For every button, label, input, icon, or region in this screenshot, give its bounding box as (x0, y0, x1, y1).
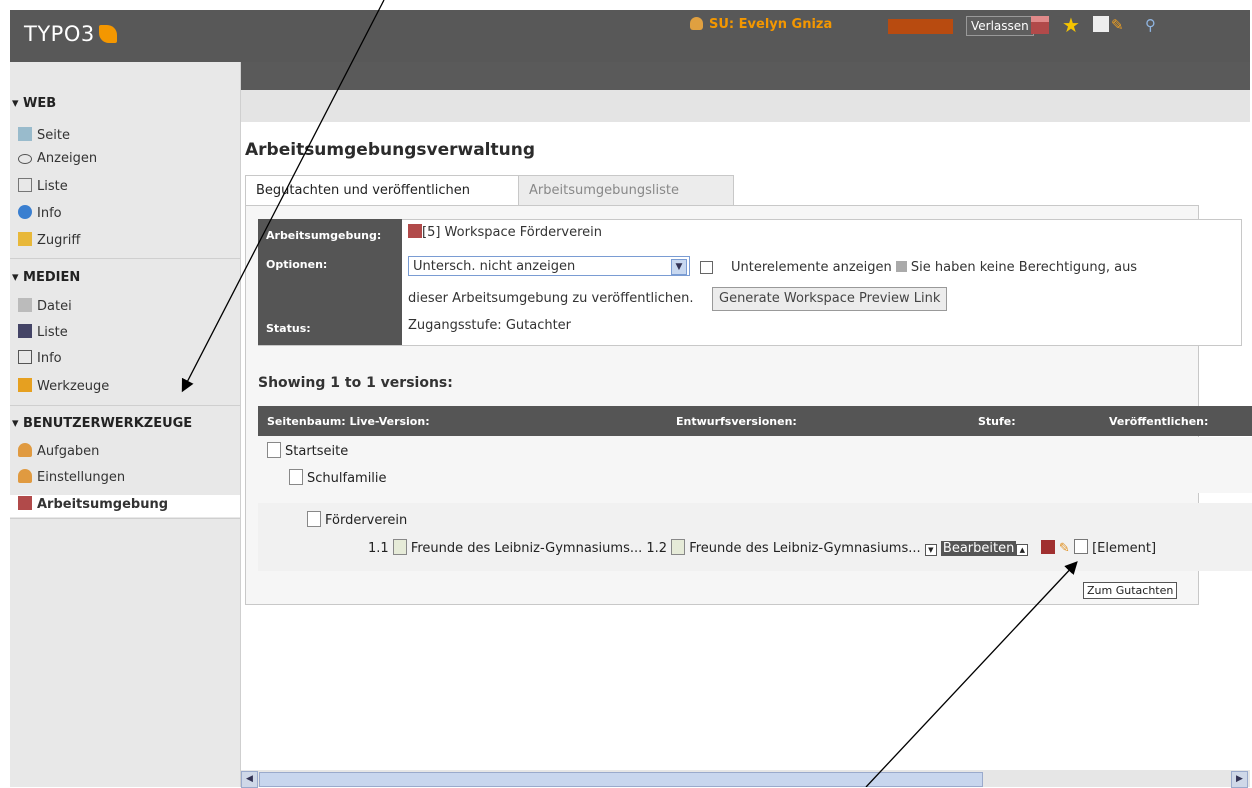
typo3-flame-icon (98, 25, 117, 43)
draft-version-title[interactable]: Freunde des Leibniz-Gymnasiums... (689, 541, 920, 556)
eye-icon (18, 154, 32, 164)
preview-link-button[interactable]: Generate Workspace Preview Link (712, 287, 948, 311)
col-publish: Veröffentlichen: (1109, 415, 1209, 428)
versions-count: Showing 1 to 1 versions: (258, 375, 453, 391)
draft-version-number: 1.2 (646, 541, 668, 556)
page-edit-icon (18, 127, 32, 141)
tree-foerderverein[interactable]: Förderverein (307, 511, 407, 528)
clipboard-icon[interactable] (1093, 16, 1109, 32)
history-icon[interactable] (1073, 539, 1088, 554)
stage-label: Bearbeiten (940, 541, 1017, 556)
nav-medien-info[interactable]: Info (18, 349, 62, 369)
nav-seite[interactable]: Seite (18, 126, 70, 146)
nav-aufgaben[interactable]: Aufgaben (18, 442, 99, 462)
page-icon (307, 511, 321, 527)
status-label: Status: (266, 322, 311, 335)
table-icon (18, 324, 32, 338)
tree-startseite[interactable]: Startseite (267, 442, 348, 459)
module-menu: ▾ WEB Seite Anzeigen Liste Info Zugriff … (10, 62, 241, 787)
col-stage: Stufe: (978, 415, 1016, 428)
columns-icon (18, 350, 32, 364)
edit-icon[interactable]: ✎ (1111, 16, 1129, 34)
docheader (241, 62, 1250, 90)
divider (10, 405, 240, 406)
nav-info[interactable]: Info (18, 204, 62, 224)
nav-arbeitsumgebung[interactable]: Arbeitsumgebung (18, 495, 168, 515)
content-element-icon (392, 539, 407, 555)
workspace-icon (408, 224, 422, 238)
nav-datei[interactable]: Datei (18, 297, 72, 317)
nav-werkzeuge[interactable]: Werkzeuge (18, 377, 109, 397)
live-version-title[interactable]: Freunde des Leibniz-Gymnasiums... (411, 541, 642, 556)
tree-schulfamilie[interactable]: Schulfamilie (289, 469, 387, 486)
scroll-left-icon[interactable]: ◀ (241, 771, 258, 788)
page-title: Arbeitsumgebungsverwaltung (245, 140, 535, 160)
element-type: [Element] (1092, 541, 1157, 556)
col-live-version: Seitenbaum: Live-Version: (267, 415, 430, 428)
nav-einstellungen[interactable]: Einstellungen (18, 468, 125, 488)
status-value: Zugangsstufe: Gutachter (408, 318, 572, 333)
section-medien[interactable]: ▾ MEDIEN (10, 270, 242, 285)
nav-anzeigen[interactable]: Anzeigen (18, 149, 97, 169)
info-labels-column: Arbeitsumgebung: Optionen: Status: (258, 219, 402, 345)
redacted-name (888, 19, 953, 34)
horizontal-scrollbar[interactable]: ◀ ▶ (241, 770, 1250, 788)
lock-icon (18, 232, 32, 246)
user-settings-icon (18, 469, 32, 483)
user-tasks-icon (18, 443, 32, 457)
star-icon[interactable]: ★ (1062, 15, 1080, 35)
tooltip: Zum Gutachten (1083, 582, 1178, 599)
show-subelements-label: Unterelemente anzeigen Sie haben keine B… (731, 260, 1138, 275)
section-benutzerwerkzeuge[interactable]: ▾ BENUTZERWERKZEUGE (10, 416, 242, 431)
workspace-value: [5] Workspace Förderverein (408, 224, 602, 240)
scroll-thumb[interactable] (259, 772, 983, 787)
diff-mode-select[interactable]: Untersch. nicht anzeigen ▼ (408, 256, 690, 276)
no-permission-text: dieser Arbeitsumgebung zu veröffentliche… (408, 291, 694, 306)
workspace-icon[interactable] (1031, 16, 1049, 34)
divider (10, 518, 240, 519)
tools-icon (18, 378, 32, 392)
leave-button[interactable]: Verlassen (966, 16, 1034, 36)
switch-user-label: SU: Evelyn Gniza (690, 17, 832, 32)
nav-liste[interactable]: Liste (18, 177, 68, 197)
user-icon (690, 17, 703, 30)
tree-bg (258, 437, 1252, 493)
workspace-label: Arbeitsumgebung: (266, 229, 382, 242)
pencil-icon[interactable]: ✎ (1059, 541, 1070, 556)
table-row: 1.1 Freunde des Leibniz-Gymnasiums... 1.… (368, 539, 1156, 556)
divider (10, 258, 240, 259)
page-icon (289, 469, 303, 485)
nav-zugriff[interactable]: Zugriff (18, 231, 80, 251)
workspace-info-box (258, 219, 1242, 346)
permission-icon (895, 261, 907, 272)
col-draft-versions: Entwurfsversionen: (676, 415, 797, 428)
typo3-logo[interactable]: TYPO3 (24, 22, 117, 46)
workspace-swap-icon[interactable] (1040, 540, 1055, 554)
stage-prev-button[interactable]: ▼ (924, 544, 937, 556)
content-element-icon (671, 539, 686, 555)
nav-medien-liste[interactable]: Liste (18, 323, 68, 343)
search-icon[interactable]: ⚲ (1145, 16, 1163, 34)
root-page-icon (267, 442, 281, 458)
info-icon (18, 205, 32, 219)
tab-workspace-list[interactable]: Arbeitsumgebungsliste (518, 175, 734, 206)
workspace-icon (18, 496, 32, 510)
show-subelements-checkbox[interactable] (700, 261, 713, 274)
docheader-toolbar (241, 90, 1250, 122)
scroll-right-icon[interactable]: ▶ (1231, 771, 1248, 788)
section-web[interactable]: ▾ WEB (10, 96, 242, 111)
tab-review-publish[interactable]: Begutachten und veröffentlichen (245, 175, 523, 206)
versions-table-header: Seitenbaum: Live-Version: Entwurfsversio… (258, 406, 1252, 436)
stage-next-button[interactable]: ▲ (1016, 544, 1029, 556)
options-label: Optionen: (266, 258, 328, 271)
list-icon (18, 178, 32, 192)
folder-icon (18, 298, 32, 312)
chevron-down-icon[interactable]: ▼ (671, 259, 687, 275)
live-version-number: 1.1 (368, 541, 389, 556)
